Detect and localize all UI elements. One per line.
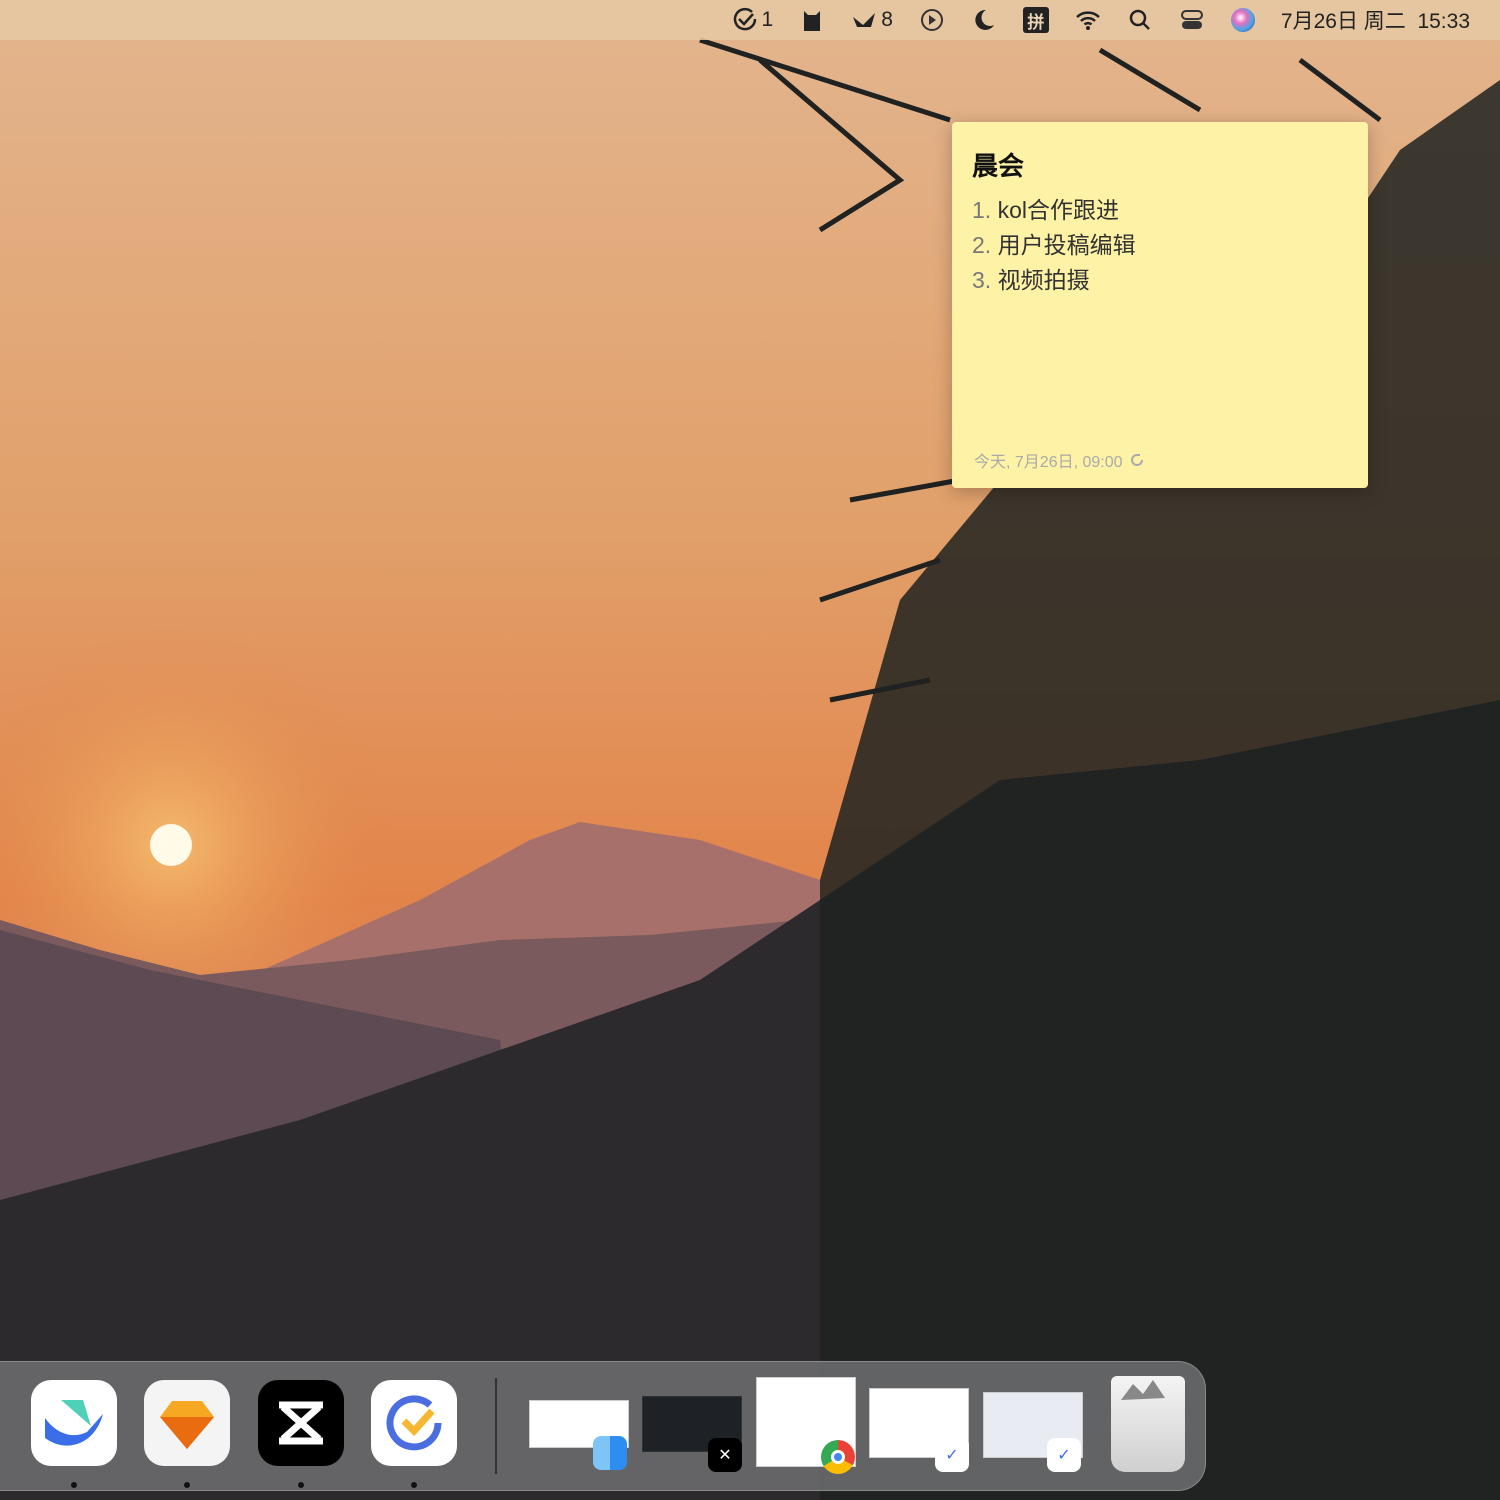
menu-input-method[interactable]: 拼 xyxy=(1022,0,1049,40)
menu-ticktick[interactable]: 1 xyxy=(732,0,774,40)
dock-app-sketch[interactable] xyxy=(144,1380,230,1466)
dock-trash[interactable] xyxy=(1111,1376,1185,1472)
datetime: 7月26日 周二 15:33 xyxy=(1280,10,1470,33)
dock-app-ticktick[interactable] xyxy=(371,1380,457,1466)
capcut-icon xyxy=(279,1401,323,1445)
note-item: 1. kol合作跟进 xyxy=(972,197,1119,223)
note-item: 3. 视频拍摄 xyxy=(972,267,1090,293)
wifi-icon xyxy=(1076,11,1100,30)
chrome-icon xyxy=(821,1440,855,1474)
capcut-badge-icon: ✕ xyxy=(708,1438,742,1472)
siri-icon xyxy=(1230,8,1255,32)
menu-bar: 1 8 拼 7月26日 周二 15:33 xyxy=(0,0,1500,40)
input-method-icon: 拼 xyxy=(1022,7,1049,33)
sketch-icon xyxy=(160,1401,214,1449)
dock-app-capcut[interactable] xyxy=(258,1380,344,1466)
ticktick-count: 1 xyxy=(761,8,774,31)
menu-focus[interactable] xyxy=(971,0,997,40)
control-center-icon xyxy=(1180,10,1203,29)
menu-media[interactable] xyxy=(919,0,945,40)
bird-icon xyxy=(853,13,876,27)
menu-cat-app[interactable] xyxy=(799,0,825,40)
note-timestamp: 今天, 7月26日, 09:00 xyxy=(974,448,1145,472)
dock: ✕ ✓ ✓ xyxy=(0,1361,1206,1491)
dock-separator xyxy=(495,1378,497,1474)
sticky-note[interactable]: 晨会 1. kol合作跟进 2. 用户投稿编辑 3. 视频拍摄 今天, 7月26… xyxy=(952,122,1368,488)
note-item: 2. 用户投稿编辑 xyxy=(972,232,1136,258)
menu-notifications[interactable]: 8 xyxy=(851,0,893,40)
moon-icon xyxy=(975,9,994,30)
sync-icon xyxy=(1130,454,1143,466)
ticktick-icon xyxy=(386,1395,442,1451)
menu-siri[interactable] xyxy=(1230,0,1255,40)
note-title: 晨会 xyxy=(972,151,1025,181)
finder-icon xyxy=(593,1436,627,1470)
search-icon xyxy=(1129,9,1150,30)
cat-icon xyxy=(804,11,821,31)
menu-clock[interactable]: 7月26日 周二 15:33 xyxy=(1281,0,1470,40)
play-circle-icon xyxy=(920,9,943,31)
lark-badge-icon: ✓ xyxy=(1047,1438,1081,1472)
menu-control-center[interactable] xyxy=(1179,0,1205,40)
trash-icon xyxy=(1121,1380,1165,1400)
menu-spotlight[interactable] xyxy=(1127,0,1153,40)
menu-wifi[interactable] xyxy=(1075,0,1101,40)
notif-count: 8 xyxy=(881,8,893,31)
check-circle-icon xyxy=(733,7,756,31)
ticktick-badge-icon: ✓ xyxy=(935,1438,969,1472)
lark-icon xyxy=(45,1400,103,1446)
dock-app-lark[interactable] xyxy=(31,1380,117,1466)
